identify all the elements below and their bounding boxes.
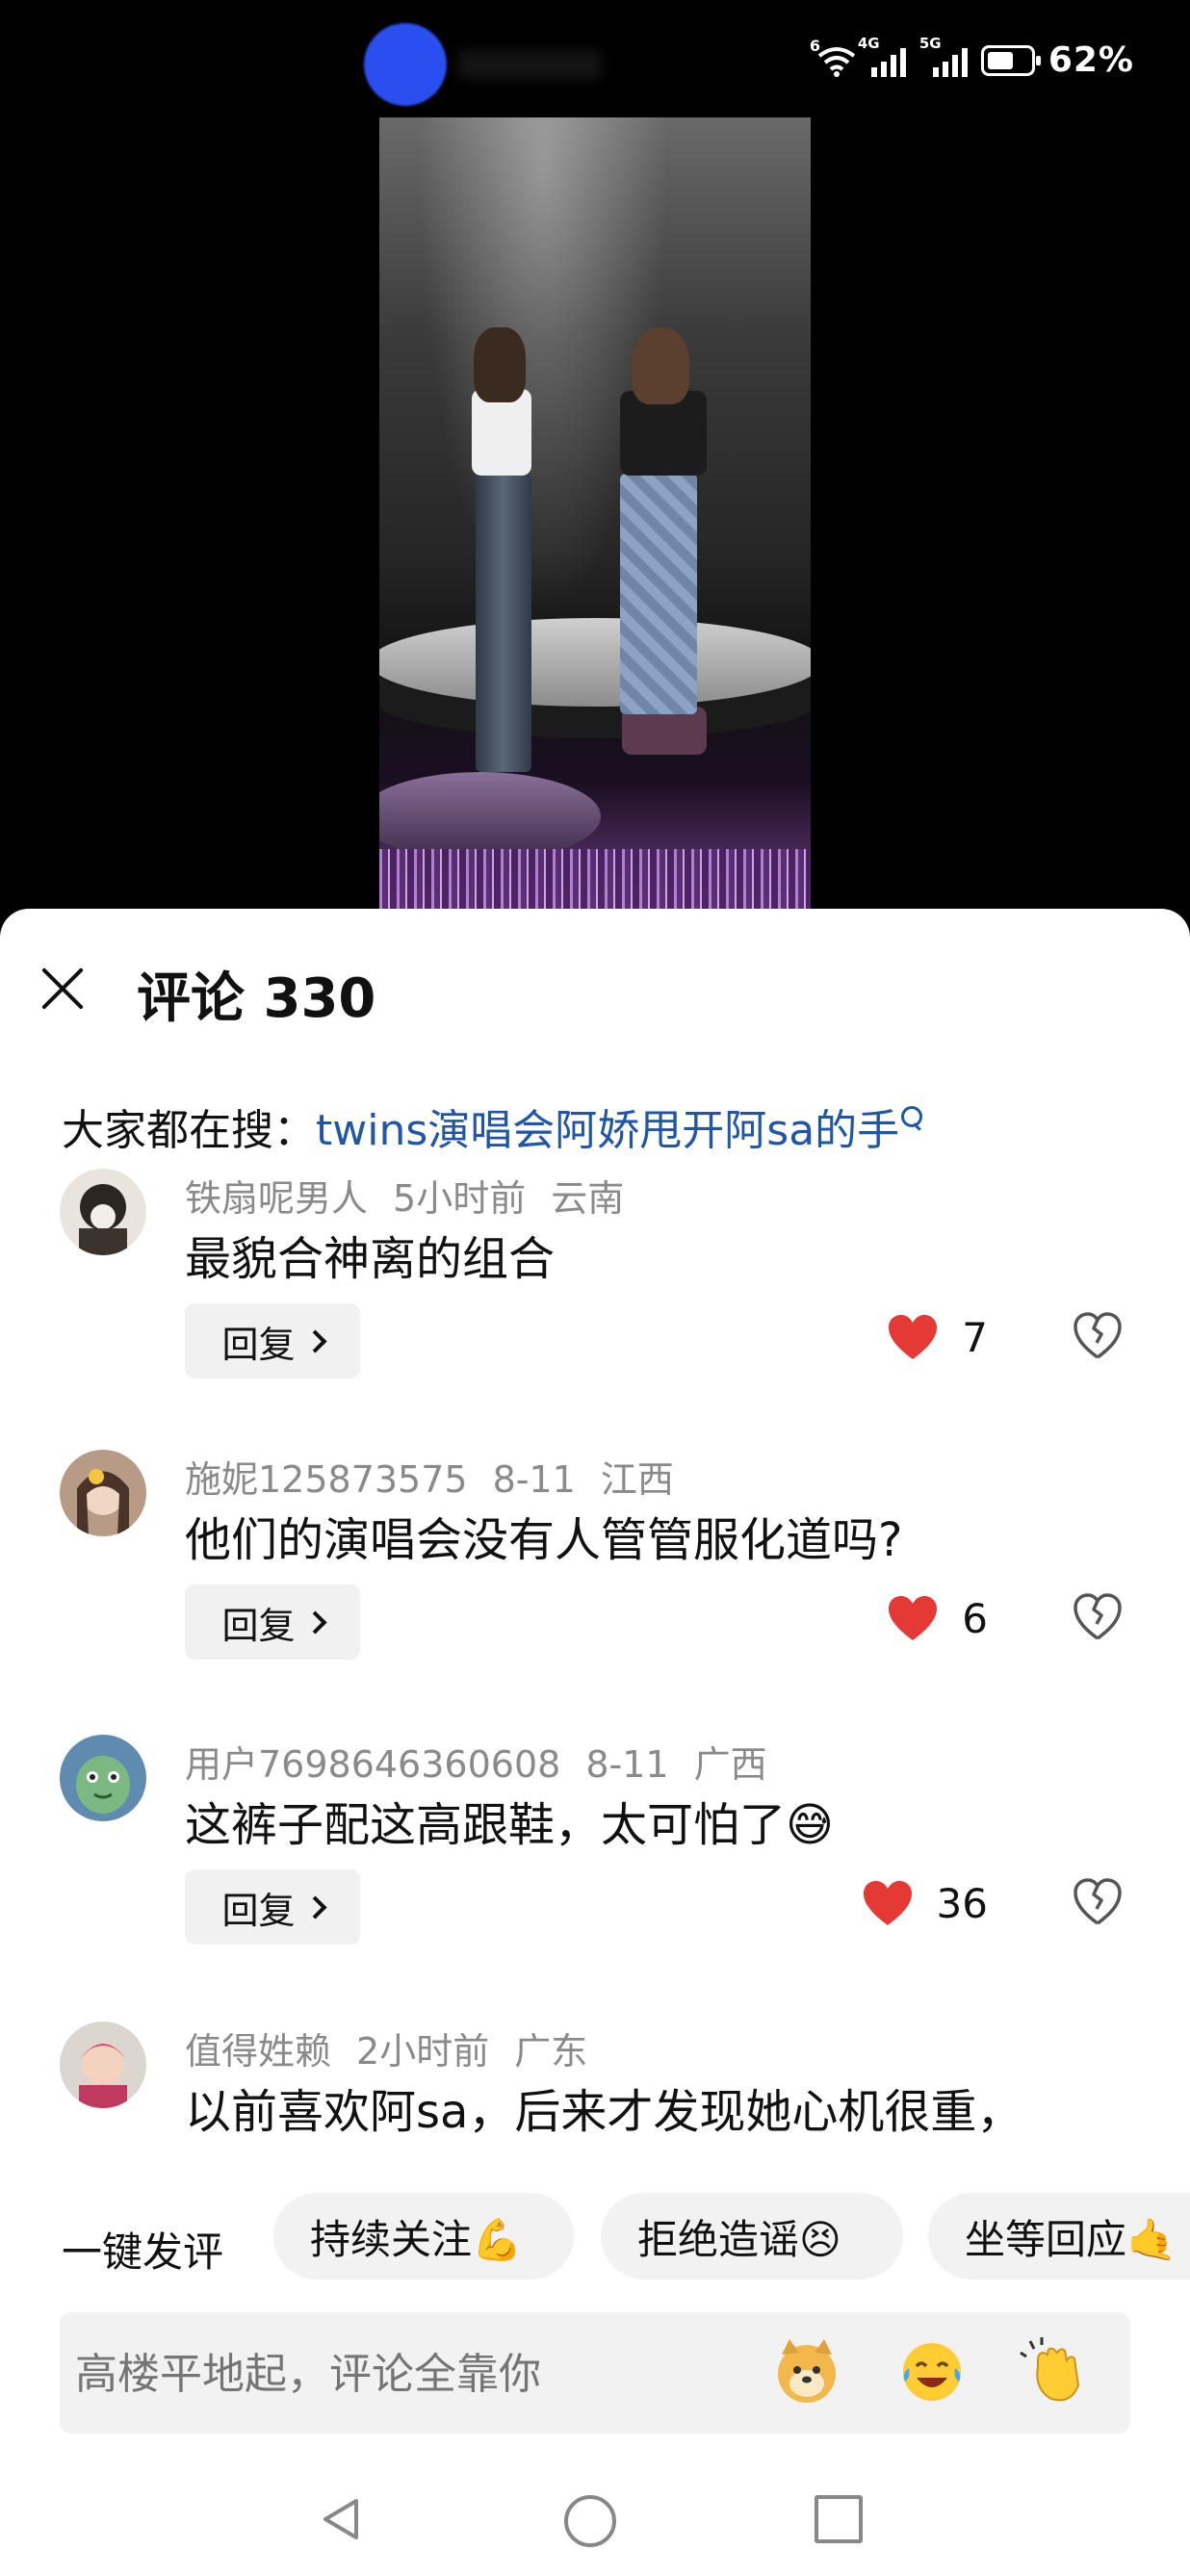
network-type-2: 5G — [918, 34, 942, 52]
status-icons: 6 4G 5G 62% — [810, 35, 1134, 81]
comment-meta: 施妮125873575 8-11 江西 — [185, 1450, 699, 1503]
recent-apps-icon[interactable] — [815, 2495, 863, 2543]
cell-signal-1-icon: 4G — [858, 35, 906, 77]
comment-username[interactable]: 值得姓赖 — [185, 2030, 331, 2073]
reply-button[interactable]: 回复 — [185, 1303, 360, 1378]
network-type-1: 4G — [857, 34, 880, 52]
quick-reply-chip[interactable]: 坐等回应🤙 — [928, 2193, 1190, 2280]
clap-emoji-icon[interactable] — [1019, 2335, 1092, 2409]
laugh-cry-emoji-icon[interactable] — [895, 2335, 969, 2409]
comment-time: 5小时前 — [393, 1177, 527, 1220]
comment-text: 他们的演唱会没有人管管服化道吗? — [185, 1513, 903, 1567]
comments-title: 评论 330 — [137, 967, 376, 1030]
home-icon[interactable] — [564, 2495, 616, 2547]
cell-signal-2-icon: 5G — [919, 35, 968, 77]
reply-button[interactable]: 回复 — [185, 1584, 360, 1660]
like-button[interactable]: 36 — [862, 1879, 988, 1927]
comment-time: 8-11 — [585, 1743, 669, 1786]
close-icon[interactable] — [39, 965, 87, 1013]
comment-time: 8-11 — [492, 1458, 576, 1501]
wifi-badge: 6 — [809, 36, 820, 55]
heart-icon — [889, 1596, 938, 1640]
status-bar: 6 4G 5G 62% — [0, 0, 1190, 125]
system-nav-bar — [0, 2437, 1190, 2576]
comment-meta: 铁扇呢男人 5小时前 云南 — [185, 1169, 649, 1222]
comment-location: 云南 — [551, 1177, 625, 1220]
video-player[interactable] — [379, 117, 811, 909]
broken-heart-icon[interactable] — [1073, 1311, 1123, 1361]
comment-username[interactable]: 用户7698646360608 — [185, 1743, 560, 1786]
reply-button[interactable]: 回复 — [185, 1869, 360, 1945]
comment-item: 用户7698646360608 8-11 广西 这裤子配这高跟鞋，太可怕了😅 回复 … — [0, 1735, 1190, 2014]
hot-search-bar[interactable]: 大家都在搜：twins演唱会阿娇甩开阿sa的手 — [62, 1095, 923, 1157]
like-button[interactable]: 7 — [887, 1313, 988, 1361]
chevron-right-icon — [302, 1328, 327, 1353]
comment-meta: 值得姓赖 2小时前 广东 — [185, 2022, 612, 2074]
comment-item: 值得姓赖 2小时前 广东 以前喜欢阿sa，后来才发现她心机很重， — [0, 2022, 1190, 2166]
comment-item: 铁扇呢男人 5小时前 云南 最貌合神离的组合 回复 7 — [0, 1169, 1190, 1448]
like-count: 36 — [936, 1879, 988, 1927]
comment-text: 以前喜欢阿sa，后来才发现她心机很重， — [185, 2085, 1023, 2139]
comment-text: 最貌合神离的组合 — [185, 1232, 556, 1286]
comment-time: 2小时前 — [356, 2030, 490, 2073]
avatar[interactable] — [60, 1450, 146, 1536]
quick-reply-label: 一键发评 — [62, 2228, 224, 2276]
like-count: 6 — [962, 1594, 988, 1642]
performer-left — [476, 474, 531, 772]
chevron-right-icon — [302, 1894, 327, 1919]
back-icon[interactable] — [318, 2495, 366, 2543]
like-button[interactable]: 6 — [887, 1594, 988, 1642]
chevron-right-icon — [302, 1610, 327, 1635]
like-count: 7 — [962, 1313, 988, 1361]
heart-icon — [863, 1881, 912, 1925]
heart-icon — [889, 1315, 938, 1359]
avatar[interactable] — [60, 1169, 146, 1255]
stage-platform — [379, 618, 811, 707]
wifi-icon: 6 — [810, 37, 858, 77]
comment-location: 广西 — [693, 1743, 767, 1786]
comment-item: 施妮125873575 8-11 江西 他们的演唱会没有人管管服化道吗? 回复 6 — [0, 1450, 1190, 1729]
doge-emoji-icon[interactable] — [770, 2335, 843, 2409]
comment-meta: 用户7698646360608 8-11 广西 — [185, 1735, 792, 1788]
broken-heart-icon[interactable] — [1073, 1877, 1123, 1927]
comment-input-box[interactable] — [60, 2312, 1130, 2434]
hot-search-query[interactable]: twins演唱会阿娇甩开阿sa的手 — [316, 1106, 899, 1155]
comment-username[interactable]: 施妮125873575 — [185, 1458, 468, 1501]
battery-percent: 62% — [1048, 40, 1134, 80]
hot-search-label: 大家都在搜： — [62, 1106, 316, 1155]
blurred-avatar — [364, 23, 447, 106]
comments-sheet: 评论 330 大家都在搜：twins演唱会阿娇甩开阿sa的手 铁扇呢男人 5小时前… — [0, 909, 1190, 2576]
comment-text: 这裤子配这高跟鞋，太可怕了😅 — [185, 1798, 835, 1852]
search-icon — [901, 1106, 923, 1127]
comment-location: 广东 — [514, 2030, 588, 2073]
broken-heart-icon[interactable] — [1073, 1592, 1123, 1642]
comment-input[interactable] — [73, 2349, 616, 2400]
quick-reply-bar: 一键发评 持续关注💪 拒绝造谣😣 坐等回应🤙 — [0, 2193, 1190, 2280]
lower-stage — [379, 772, 601, 861]
battery-icon — [980, 44, 1041, 76]
avatar[interactable] — [60, 2022, 146, 2108]
quick-reply-chip[interactable]: 拒绝造谣😣 — [601, 2193, 903, 2280]
comment-username[interactable]: 铁扇呢男人 — [185, 1177, 368, 1220]
quick-reply-chip[interactable]: 持续关注💪 — [273, 2193, 574, 2280]
stage-lights — [379, 849, 811, 909]
comment-location: 江西 — [600, 1458, 674, 1501]
blurred-username — [457, 50, 602, 79]
avatar[interactable] — [60, 1735, 146, 1821]
